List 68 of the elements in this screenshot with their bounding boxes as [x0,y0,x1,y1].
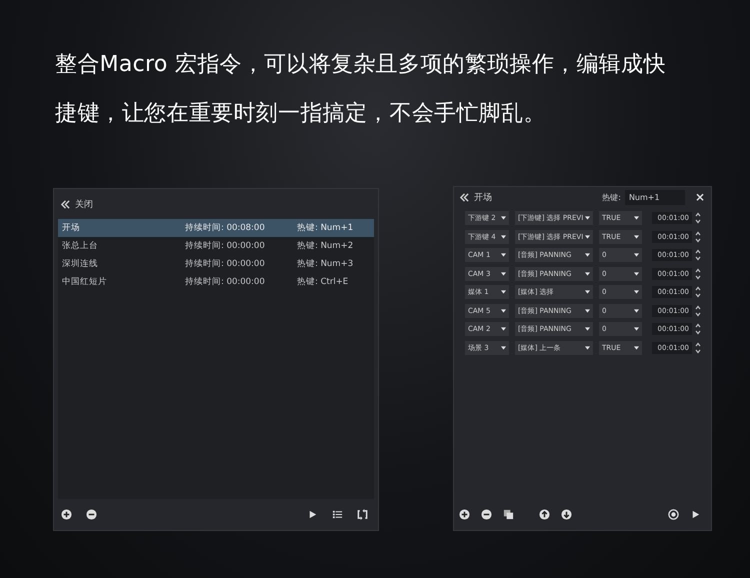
caret-icon [585,216,590,220]
back-label[interactable]: 开场 [474,190,492,204]
back-label[interactable]: 关闭 [75,198,93,210]
macro-row[interactable]: 深圳连线 持续时间: 00:00:00 热键: Num+3 [58,255,374,273]
macro-duration: 持续时间: 00:00:00 [185,258,266,270]
caret-icon [585,327,590,332]
spinner-icon[interactable] [695,249,701,262]
macro-name: 中国红短片 [62,276,108,288]
play-icon[interactable] [690,509,701,520]
caret-icon [634,346,639,350]
caret-icon [501,234,506,239]
add-icon[interactable] [61,509,72,520]
move-up-icon[interactable] [539,509,550,520]
add-icon[interactable] [459,509,470,520]
caret-icon [501,216,506,220]
caret-icon [501,253,506,258]
caret-icon [501,272,506,276]
caret-icon [634,234,639,239]
close-button[interactable]: × [694,190,705,204]
macro-duration: 持续时间: 00:00:00 [185,276,266,288]
spinner-icon[interactable] [695,268,701,280]
spinner-icon[interactable] [695,286,701,298]
caret-icon [501,346,506,350]
macro-duration: 持续时间: 00:00:00 [185,240,266,252]
caret-icon [585,346,590,350]
play-icon[interactable] [307,509,318,520]
macro-name: 深圳连线 [62,258,99,270]
macro-name: 张总上台 [62,240,99,252]
spinner-icon[interactable] [695,212,701,224]
caret-icon [501,327,506,332]
caret-icon [634,308,639,313]
headline: 整合Macro 宏指令，可以将复杂且多项的繁琐操作，编辑成快 捷键，让您在重要时刻一指搞定，不会手忙脚乱。 [55,51,667,128]
spinner-icon[interactable] [695,342,701,354]
spinner-icon[interactable] [695,323,701,336]
back-icon[interactable] [60,200,71,208]
hotkey-label: 热键: [602,192,621,202]
remove-icon[interactable] [86,509,97,520]
caret-icon [634,290,639,294]
macro-row[interactable]: 张总上台 持续时间: 00:00:00 热键: Num+2 [58,237,374,255]
macro-hotkey: 热键: Num+2 [297,240,354,252]
macro-hotkey: 热键: Num+3 [297,258,354,270]
back-icon[interactable] [459,192,470,202]
caret-icon [585,308,590,313]
record-icon[interactable] [668,509,679,520]
spinner-icon[interactable] [695,304,701,317]
caret-icon [634,253,639,258]
macro-row[interactable]: 中国红短片 持续时间: 00:00:00 热键: Ctrl+E [58,273,374,291]
caret-icon [585,290,590,294]
caret-icon [501,290,506,294]
macro-duration: 持续时间: 00:08:00 [185,222,266,234]
loop-icon[interactable] [357,509,368,520]
list-icon[interactable] [332,509,343,520]
macro-hotkey: 热键: Ctrl+E [297,276,348,288]
caret-icon [585,272,590,276]
macro-hotkey: 热键: Num+1 [297,222,354,234]
caret-icon [501,308,506,313]
caret-icon [634,272,639,276]
hotkey-field[interactable]: Num+1 [624,190,685,204]
move-down-icon[interactable] [561,509,572,520]
caret-icon [634,216,639,220]
caret-icon [585,234,590,239]
macro-name: 开场 [62,222,81,234]
spinner-icon[interactable] [695,230,701,243]
macro-row[interactable]: 开场 持续时间: 00:08:00 热键: Num+1 [58,219,374,237]
caret-icon [634,327,639,332]
copy-icon[interactable] [503,509,514,520]
remove-icon[interactable] [481,509,492,520]
caret-icon [585,253,590,258]
